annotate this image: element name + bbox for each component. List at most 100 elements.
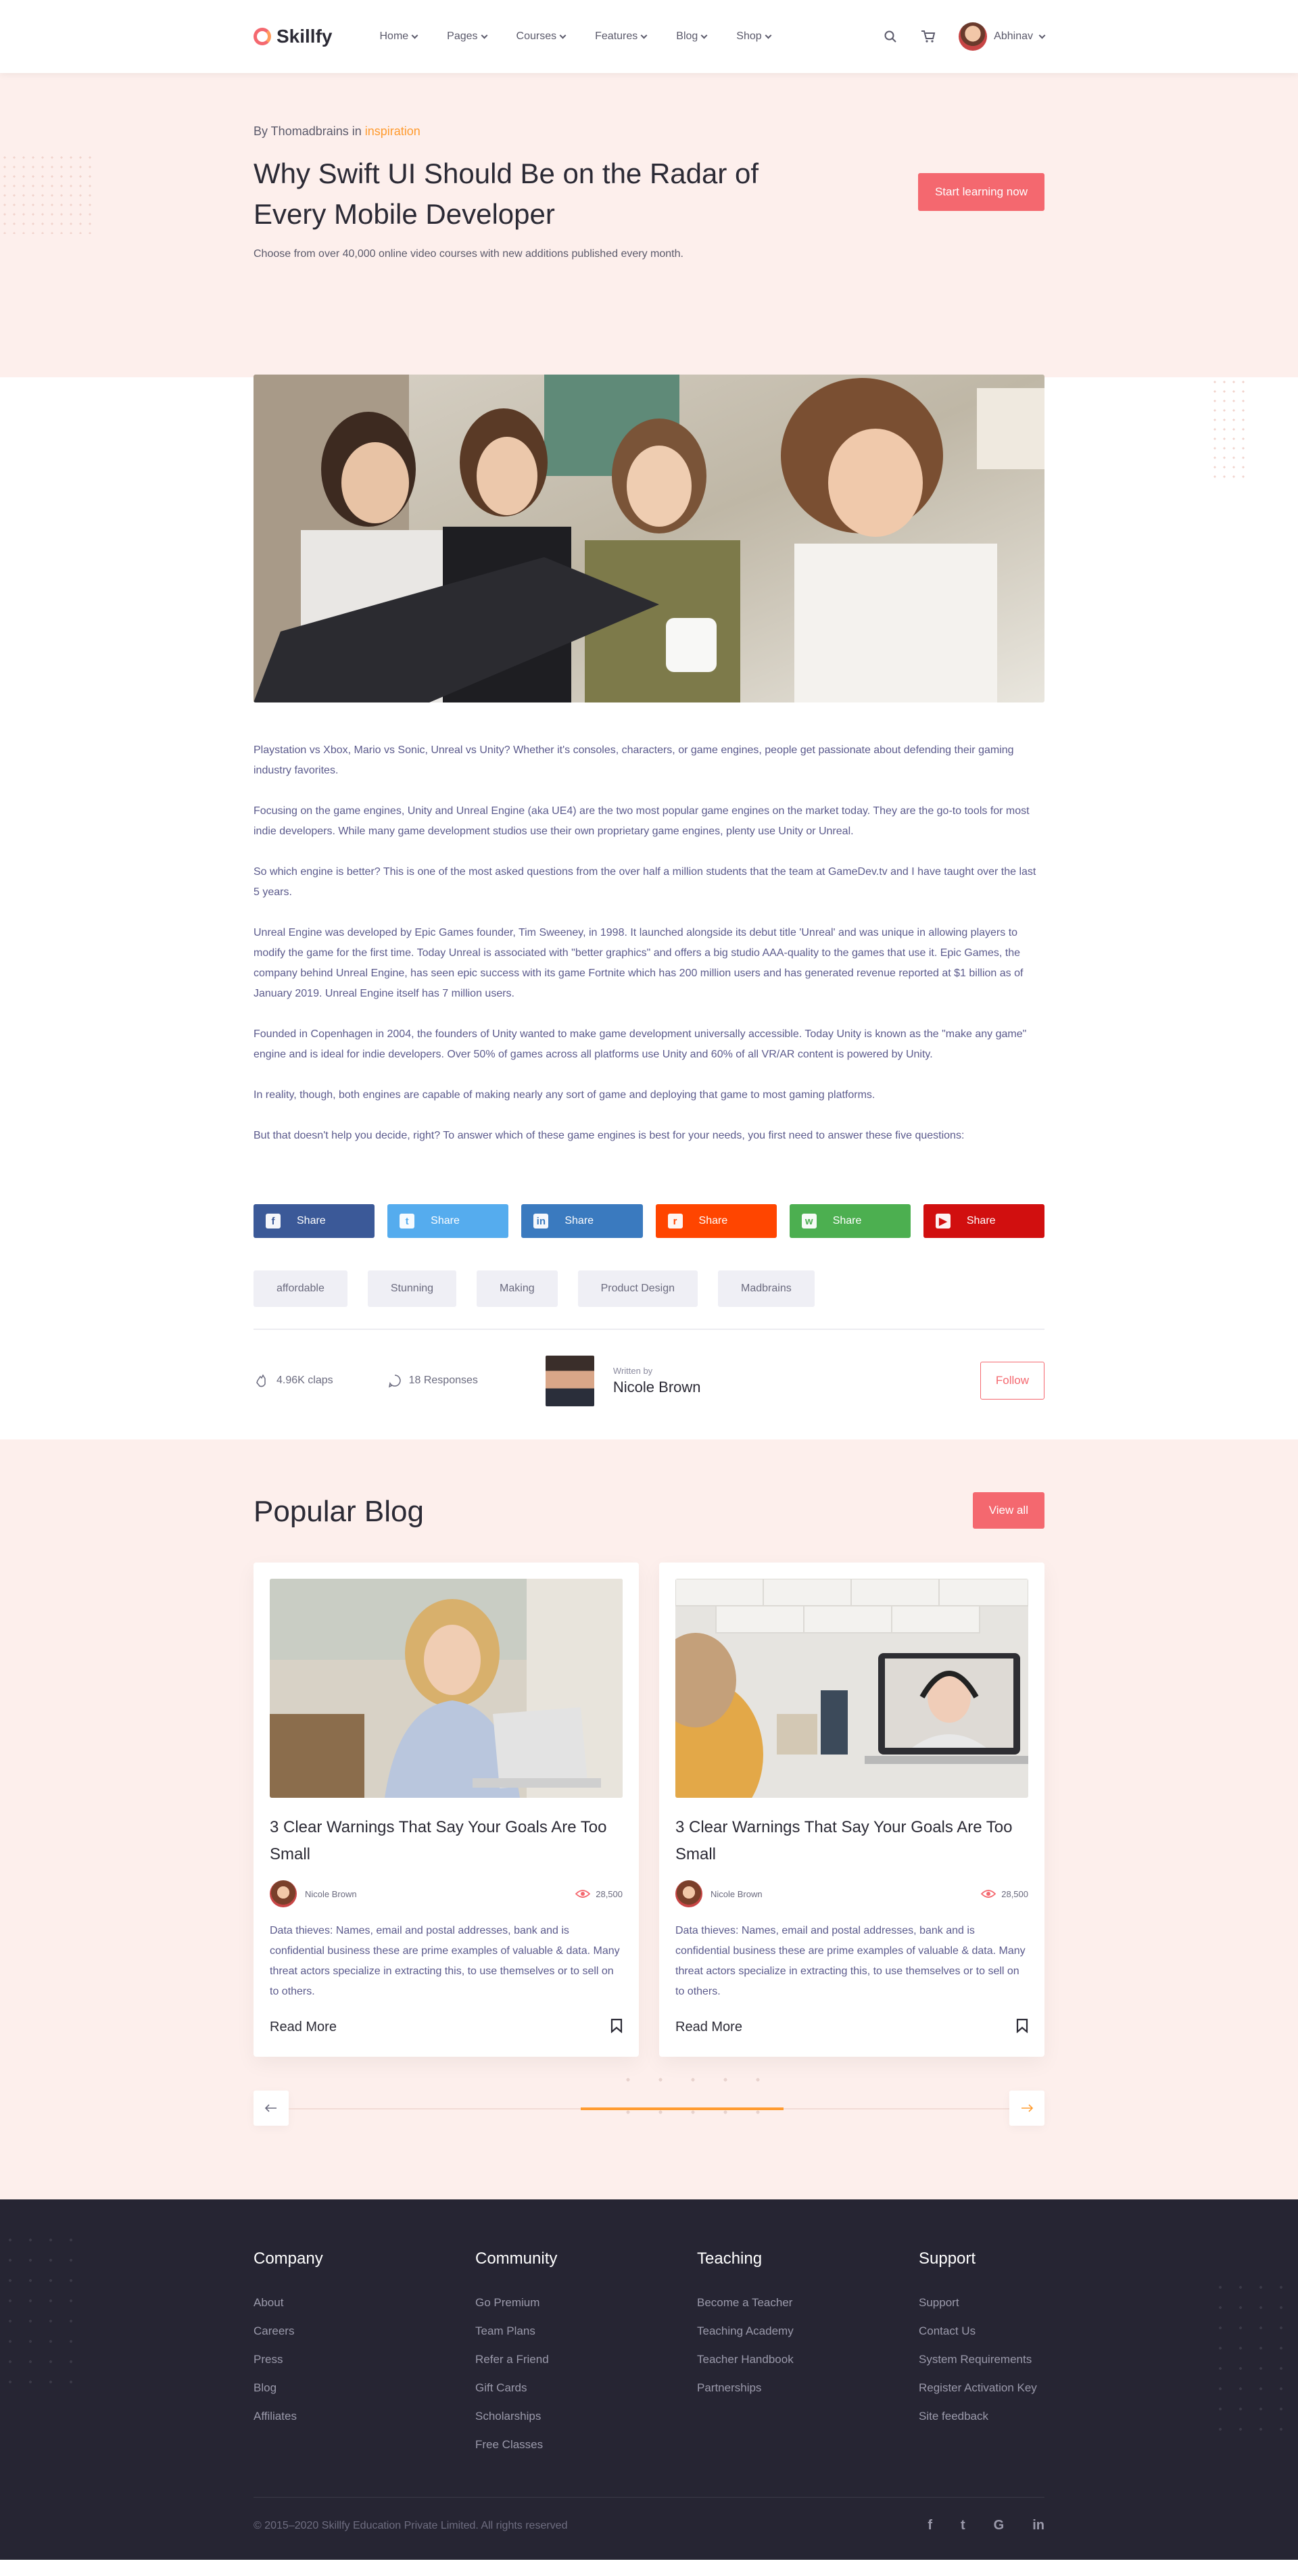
footer-link[interactable]: Blog [254,2374,475,2402]
nav-label: Features [595,30,638,42]
share-whatsapp-button[interactable]: w Share [789,1204,911,1238]
article-paragraph: But that doesn't help you decide, right?… [254,1130,965,1141]
footer-link[interactable]: Go Premium [475,2289,697,2317]
share-reddit-button[interactable]: r Share [655,1204,777,1238]
footer-link[interactable]: System Requirements [919,2345,1037,2374]
brand-logo[interactable]: Skillfy [254,26,332,47]
google-icon[interactable]: G [994,2518,1005,2533]
decorative-dots [612,2064,767,2131]
author-name[interactable]: Nicole Brown [613,1379,701,1396]
footer-link[interactable]: Teacher Handbook [697,2345,919,2374]
share-label: Share [966,1215,996,1226]
footer-link[interactable]: Contact Us [919,2317,1037,2345]
slider-progress [581,2107,784,2110]
logo-icon [254,28,271,45]
article-paragraph: Unreal Engine was developed by Epic Game… [254,927,1024,999]
linkedin-icon[interactable]: in [1032,2518,1044,2533]
nav-label: Courses [516,30,557,42]
views-count: 28,500 [596,1888,623,1899]
prev-arrow-icon[interactable] [254,2091,289,2126]
nav-item-pages[interactable]: Pages [447,30,487,43]
slider-track[interactable] [289,2107,1009,2110]
footer-column-community: Community Go Premium Team Plans Refer a Fri… [475,2249,697,2459]
facebook-icon[interactable]: f [928,2518,932,2533]
popular-blog-section: Popular Blog View all 3 Clear Warnings T… [0,1439,1298,2199]
article-body: Playstation vs Xbox, Mario vs Sonic, Unr… [254,740,1045,1431]
footer-link[interactable]: Support [919,2289,1037,2317]
read-more-link[interactable]: Read More [270,2020,337,2035]
footer-link[interactable]: Refer a Friend [475,2345,697,2374]
footer-link[interactable]: About [254,2289,475,2317]
nav-item-home[interactable]: Home [379,30,418,43]
facebook-icon: f [266,1214,281,1229]
page-subtitle: Choose from over 40,000 online video cou… [254,248,683,260]
share-facebook-button[interactable]: f Share [254,1204,375,1238]
tag-chip[interactable]: Making [477,1270,558,1307]
nav-item-shop[interactable]: Shop [736,30,772,43]
nav-item-courses[interactable]: Courses [516,30,567,43]
share-linkedin-button[interactable]: in Share [521,1204,643,1238]
footer-link[interactable]: Partnerships [697,2374,919,2402]
footer-columns: Company About Careers Press Blog Affiliates Co… [254,2249,1044,2459]
footer-link[interactable]: Become a Teacher [697,2289,919,2317]
read-more-link[interactable]: Read More [675,2020,742,2035]
tag-chip[interactable]: Product Design [577,1270,698,1307]
article-paragraphs: Playstation vs Xbox, Mario vs Sonic, Unr… [254,740,1044,1146]
bookmark-icon[interactable] [610,2018,623,2036]
footer-column-title: Company [254,2249,323,2268]
chevron-down-icon [481,32,487,39]
footer-link[interactable]: Team Plans [475,2317,697,2345]
footer-link[interactable]: Careers [254,2317,475,2345]
user-menu[interactable]: Abhinav [959,22,1046,51]
footer-link[interactable]: Scholarships [475,2402,697,2431]
search-icon[interactable] [883,29,898,44]
blog-card-excerpt: Data thieves: Names, email and postal ad… [270,1925,620,1997]
nav-label: Home [379,30,409,42]
blog-card-image[interactable] [270,1579,623,1798]
article-meta: 4.96K claps 18 Responses Written by Nico… [254,1330,1044,1431]
tag-chip[interactable]: Madbrains [718,1270,815,1307]
footer-link[interactable]: Register Activation Key [919,2374,1037,2402]
footer-link[interactable]: Gift Cards [475,2374,697,2402]
claps-button[interactable]: 4.96K claps [254,1373,333,1389]
blog-card-title[interactable]: 3 Clear Warnings That Say Your Goals Are… [270,1814,623,1868]
blog-card-image[interactable] [675,1579,1028,1798]
copyright: © 2015–2020 Skillfy Education Private Li… [254,2519,568,2531]
tag-list: affordable Stunning Making Product Design Ma… [254,1270,1044,1330]
eye-icon [575,1890,591,1898]
responses-button[interactable]: 18 Responses [387,1373,478,1388]
nav-item-blog[interactable]: Blog [676,30,708,43]
social-links: f t Gin [928,2518,1044,2533]
blog-card: 3 Clear Warnings That Say Your Goals Are… [254,1563,639,2057]
footer-link[interactable]: Site feedback [919,2402,1037,2431]
avatar [270,1880,297,1907]
decorative-dots [1210,2277,1284,2433]
footer-link[interactable]: Teaching Academy [697,2317,919,2345]
tag-chip[interactable]: Stunning [367,1270,457,1307]
nav-item-features[interactable]: Features [595,30,648,43]
follow-button[interactable]: Follow [980,1362,1044,1400]
footer-link[interactable]: Affiliates [254,2402,475,2431]
bookmark-icon[interactable] [1016,2018,1028,2036]
article-paragraph: In reality, though, both engines are cap… [254,1089,875,1101]
byline: By Thomadbrains in inspiration [254,124,1044,139]
cart-icon[interactable] [921,29,936,44]
share-label: Share [564,1215,594,1226]
footer-link[interactable]: Free Classes [475,2431,697,2459]
article-paragraph: So which engine is better? This is one o… [254,866,1036,898]
blog-card-title[interactable]: 3 Clear Warnings That Say Your Goals Are… [675,1814,1028,1868]
twitter-icon: t [400,1214,415,1229]
byline-category-link[interactable]: inspiration [365,124,420,138]
share-buttons: f Share t Share in Share r Share w Share ▶ Share [254,1204,1045,1238]
footer-column-title: Support [919,2249,976,2268]
blog-card-views: 28,500 [575,1889,623,1899]
start-learning-button[interactable]: Start learning now [917,173,1044,211]
next-arrow-icon[interactable] [1009,2091,1044,2126]
twitter-icon[interactable]: t [961,2518,965,2533]
view-all-button[interactable]: View all [972,1492,1044,1529]
share-youtube-button[interactable]: ▶ Share [923,1204,1045,1238]
share-twitter-button[interactable]: t Share [387,1204,509,1238]
footer-link[interactable]: Press [254,2345,475,2374]
tag-chip[interactable]: affordable [254,1270,347,1307]
decorative-dots [0,2230,81,2385]
